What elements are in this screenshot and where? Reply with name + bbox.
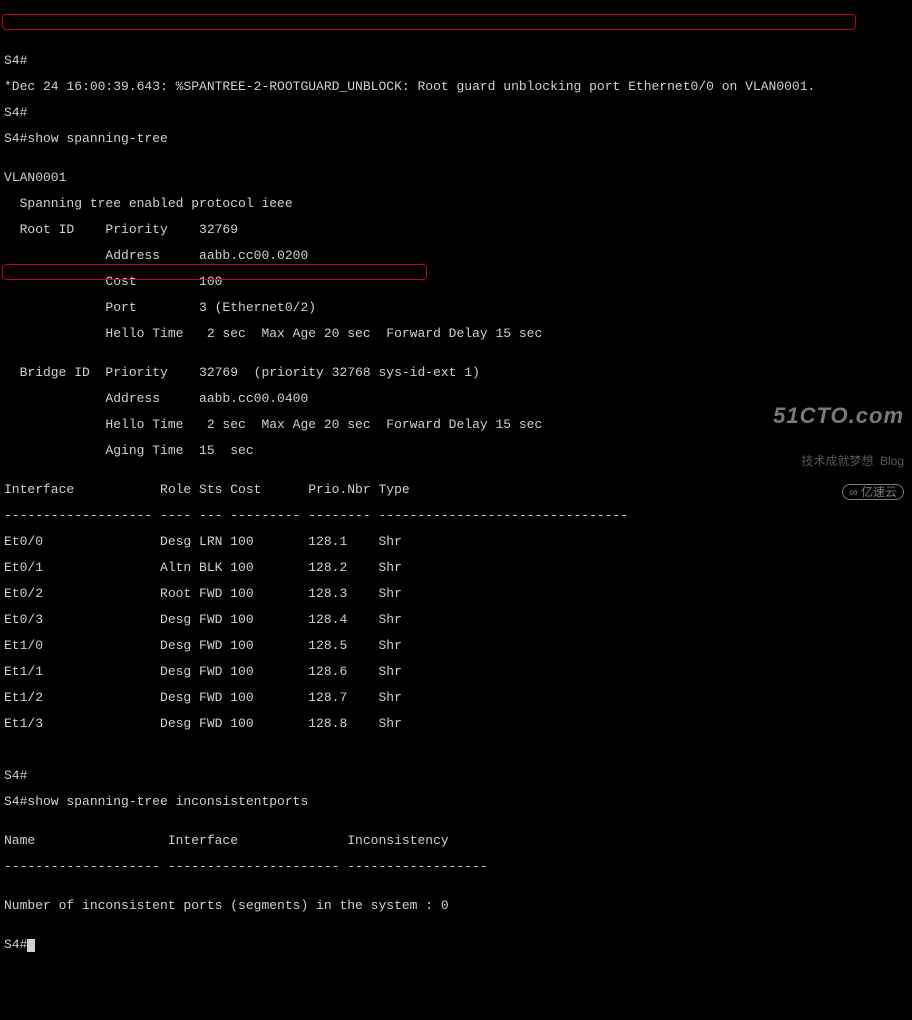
annotation-box-syslog: [2, 14, 856, 30]
table-row: Et0/3 Desg FWD 100 128.4 Shr: [4, 613, 908, 626]
syslog-line: *Dec 24 16:00:39.643: %SPANTREE-2-ROOTGU…: [4, 80, 908, 93]
prompt-line[interactable]: S4#: [4, 938, 908, 952]
table-row: Et1/1 Desg FWD 100 128.6 Shr: [4, 665, 908, 678]
table-row: Et0/0 Desg LRN 100 128.1 Shr: [4, 535, 908, 548]
interface-table-divider: ------------------- ---- --- --------- -…: [4, 509, 908, 522]
vlan-header: VLAN0001: [4, 171, 908, 184]
root-id-address: Address aabb.cc00.0200: [4, 249, 908, 262]
bridge-id-priority: Bridge ID Priority 32769 (priority 32768…: [4, 366, 908, 379]
table-row: Et1/0 Desg FWD 100 128.5 Shr: [4, 639, 908, 652]
inconsistent-header: Name Interface Inconsistency: [4, 834, 908, 847]
prompt-text: S4#: [4, 937, 27, 952]
interface-table-header: Interface Role Sts Cost Prio.Nbr Type: [4, 483, 908, 496]
table-row: Et1/2 Desg FWD 100 128.7 Shr: [4, 691, 908, 704]
prompt-line: S4#: [4, 106, 908, 119]
table-row: Et1/3 Desg FWD 100 128.8 Shr: [4, 717, 908, 730]
command-line[interactable]: S4#show spanning-tree: [4, 132, 908, 145]
stp-mode: Spanning tree enabled protocol ieee: [4, 197, 908, 210]
prompt-line: S4#: [4, 769, 908, 782]
watermark-slogan: 技术成就梦想 Blog: [773, 455, 904, 467]
inconsistent-divider: -------------------- -------------------…: [4, 860, 908, 873]
bridge-id-timers: Hello Time 2 sec Max Age 20 sec Forward …: [4, 418, 908, 431]
cursor-icon: [27, 939, 35, 952]
table-row: Et0/2 Root FWD 100 128.3 Shr: [4, 587, 908, 600]
bridge-id-aging: Aging Time 15 sec: [4, 444, 908, 457]
root-id-port: Port 3 (Ethernet0/2): [4, 301, 908, 314]
root-id-cost: Cost 100: [4, 275, 908, 288]
bridge-id-address: Address aabb.cc00.0400: [4, 392, 908, 405]
inconsistent-summary: Number of inconsistent ports (segments) …: [4, 899, 908, 912]
root-id-timers: Hello Time 2 sec Max Age 20 sec Forward …: [4, 327, 908, 340]
root-id-priority: Root ID Priority 32769: [4, 223, 908, 236]
table-row: Et0/1 Altn BLK 100 128.2 Shr: [4, 561, 908, 574]
command-line[interactable]: S4#show spanning-tree inconsistentports: [4, 795, 908, 808]
prompt-line: S4#: [4, 54, 908, 67]
